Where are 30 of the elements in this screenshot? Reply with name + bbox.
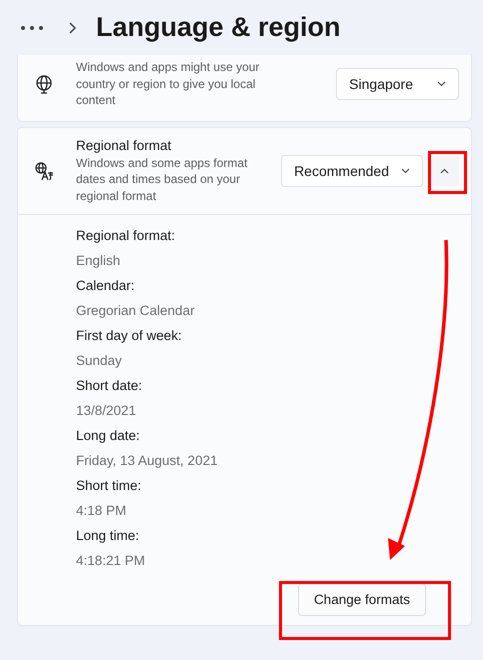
detail-value: Friday, 13 August, 2021 [76,452,219,470]
dropdown[interactable]: Singapore [336,68,459,100]
chevron-down-icon [437,80,446,87]
detail-label: Short date: [76,377,144,395]
more-icon[interactable] [20,24,44,30]
detail-label: First day of week: [76,327,183,345]
dropdown[interactable]: Recommended [281,154,423,187]
detail-value: Sunday [76,352,123,370]
setting-description: Windows and apps might use your country or region to give you local content [76,59,260,108]
detail-label: Long date: [76,427,141,445]
expand-toggle[interactable] [429,156,459,186]
detail-value: 4:18:21 PM [76,552,146,570]
detail-label: Short time: [76,477,142,495]
page-title: Language & region [96,12,341,43]
detail-value: English [76,252,122,270]
detail-label: Regional format: [76,227,176,245]
detail-value: Gregorian Calendar [76,302,196,320]
globe-icon [34,74,54,94]
highlight-box [428,151,467,194]
detail-value: 4:18 PM [76,502,128,520]
language-icon [34,160,54,181]
chevron-up-icon [440,168,448,174]
detail-label: Calendar: [76,277,136,295]
setting-title: Regional format [76,138,172,152]
chevron-right-icon [68,22,78,34]
chevron-down-icon [401,168,410,174]
detail-value: 13/8/2021 [76,402,138,420]
change-formats-button[interactable]: Change formats [298,583,426,616]
detail-label: Long time: [76,527,140,545]
setting-description: Windows and some apps format dates and times based on your regional format [76,154,248,204]
